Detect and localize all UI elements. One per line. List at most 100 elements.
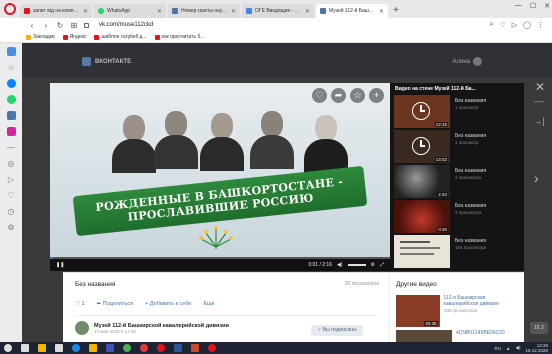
opera-icon[interactable] — [208, 344, 216, 352]
snapshot-icon[interactable]: ▷ — [512, 21, 517, 29]
maximize-icon[interactable]: ☐ — [530, 2, 536, 10]
heart-icon[interactable]: ♡ — [7, 191, 16, 200]
opera-icon[interactable] — [157, 344, 165, 352]
url-field[interactable]: vk.com/muse112ckd — [99, 22, 153, 28]
vk-icon[interactable] — [6, 111, 16, 120]
history-icon[interactable]: ◎ — [7, 159, 16, 168]
vk-logo[interactable]: ВКОНТАКТЕ — [82, 57, 131, 66]
chrome-icon[interactable] — [123, 344, 131, 352]
playlist-panel: Видео на стене Музей 112-й Ба... 12:15 Б… — [390, 83, 524, 271]
tab-close-icon[interactable]: ✕ — [379, 8, 384, 15]
playlist-item[interactable]: Без названия 104 просмотра — [394, 235, 520, 269]
video-player[interactable]: РОЖДЕННЫЕ В БАШКОРТОСТАНЕ - ПРОСЛАВИВШИЕ… — [50, 83, 390, 271]
player-controls: ❚❚ 0:01 / 2:16 ◀) ⚙ ⤢ — [50, 257, 390, 271]
volume-icon[interactable]: ◀) — [337, 262, 343, 268]
minimize-player-icon[interactable]: — — [535, 96, 544, 106]
address-bar-tools: ⌕ ♡ ▷ ◯ ⋮ — [490, 21, 544, 29]
star-icon[interactable]: ☆ — [350, 88, 365, 103]
bookmark-icon[interactable]: ♡ — [499, 21, 505, 29]
tab-favicon-icon — [246, 8, 252, 14]
video-thumbnail: 40:38 — [396, 295, 440, 327]
volume-icon[interactable]: ◀) — [516, 345, 521, 351]
add-to-mine-button[interactable]: + Добавить к себе — [145, 301, 191, 307]
folder-icon[interactable] — [89, 344, 97, 352]
bookmark-label: Яндекс — [69, 34, 87, 40]
mail-icon[interactable] — [106, 344, 114, 352]
video-duration: 12:15 — [434, 122, 448, 127]
close-window-icon[interactable]: ✕ — [544, 2, 550, 10]
bookmark-item[interactable]: Яндекс — [62, 34, 87, 40]
edge-icon[interactable] — [72, 344, 80, 352]
browser-tab[interactable]: ОГЕ Вводящие - Поиск Г ✕ — [242, 4, 314, 18]
playlist-item[interactable]: 12:15 Без названия 1 просмотр — [394, 95, 520, 129]
volume-slider[interactable] — [347, 264, 366, 266]
whatsapp-icon[interactable] — [6, 95, 16, 104]
extension-icon[interactable]: ⋮ — [537, 21, 544, 29]
clock-icon[interactable]: ◷ — [7, 207, 16, 216]
heart-icon[interactable]: ♡ — [312, 88, 327, 103]
powerpoint-icon[interactable] — [191, 344, 199, 352]
network-icon[interactable]: ▲ — [506, 346, 510, 351]
bookmark-item[interactable]: как просчитать б... — [154, 34, 205, 40]
instagram-icon[interactable] — [6, 127, 16, 136]
start-icon[interactable] — [4, 344, 12, 352]
settings-icon[interactable]: ⚙ — [371, 262, 375, 268]
messenger-icon[interactable] — [6, 79, 16, 88]
other-video-item[interactable]: 40:38 112-я Башкирская кавалерийская див… — [396, 295, 520, 327]
share-button[interactable]: ➦ Поделиться — [97, 301, 134, 307]
page-indicator-badge[interactable]: 16 2 — [530, 322, 548, 334]
home-icon[interactable] — [6, 47, 16, 56]
progress-bar[interactable] — [50, 257, 390, 259]
bookmark-item[interactable]: шаблон rozybell д... — [94, 34, 147, 40]
language-indicator[interactable]: RU — [495, 346, 502, 351]
settings-icon[interactable]: ⚙ — [7, 223, 16, 232]
task-view-icon[interactable] — [21, 344, 29, 352]
next-video-icon[interactable]: › — [534, 170, 539, 186]
tab-close-icon[interactable]: ✕ — [83, 8, 88, 15]
tab-close-icon[interactable]: ✕ — [157, 8, 162, 15]
opera-logo-icon[interactable] — [4, 3, 16, 15]
browser-tab[interactable]: запит від на комплекто ✕ — [20, 4, 92, 18]
channel-info[interactable]: Музей 112-й Башкирской кавалерийской див… — [75, 321, 229, 335]
share-icon[interactable]: ➦ — [331, 88, 346, 103]
browser-tab[interactable]: WhatsApp ✕ — [94, 4, 166, 18]
store-icon[interactable] — [55, 344, 63, 352]
star-icon[interactable]: ☆ — [7, 63, 16, 72]
back-icon[interactable]: ‹ — [28, 21, 36, 30]
vk-user-menu[interactable]: Алина — [452, 57, 482, 66]
pause-icon[interactable]: ❚❚ — [56, 262, 64, 268]
browser-tab-active[interactable]: Музей 112-й Башкирской ✕ — [316, 4, 388, 18]
fullscreen-icon[interactable]: ⤢ — [380, 262, 384, 268]
player-icon[interactable]: ▷ — [7, 175, 16, 184]
watch-later-icon[interactable] — [412, 102, 430, 120]
new-tab-button[interactable]: + — [390, 5, 402, 17]
other-videos-panel: Другие видео 40:38 112-я Башкирская кава… — [389, 272, 524, 343]
subscribed-button[interactable]: ✓ Вы подписаны — [311, 325, 363, 336]
playlist-item[interactable]: 13:02 Без названия 1 просмотр — [394, 130, 520, 164]
speed-dial-icon[interactable]: ⊞ — [70, 21, 78, 30]
vpn-icon[interactable]: ◯ — [523, 21, 531, 29]
like-button[interactable]: ♡ 1 — [75, 301, 85, 307]
forward-icon[interactable]: › — [42, 21, 50, 30]
more-button[interactable]: Ещё — [203, 301, 214, 307]
bookmark-item[interactable]: Закладки — [26, 34, 55, 40]
playlist-item[interactable]: 2:34 Без названия 2 просмотра — [394, 165, 520, 199]
video-thumbnail: 13:02 — [394, 130, 450, 163]
kurai-flower-emblem — [199, 226, 233, 249]
watch-later-icon[interactable] — [412, 137, 430, 155]
search-icon[interactable]: ⌕ — [490, 21, 494, 29]
playlist-item[interactable]: 0:30 Без названия 2 просмотра — [394, 200, 520, 234]
plus-icon[interactable]: + — [369, 88, 384, 103]
minimize-icon[interactable]: — — [515, 2, 522, 10]
video-title: Без названия — [455, 168, 487, 174]
close-modal-icon[interactable]: ✕ — [535, 80, 545, 94]
tab-close-icon[interactable]: ✕ — [305, 8, 310, 15]
reload-icon[interactable]: ↻ — [56, 21, 64, 30]
word-icon[interactable] — [174, 344, 182, 352]
tab-close-icon[interactable]: ✕ — [231, 8, 236, 15]
browser-tab[interactable]: Номер газеты научных г ✕ — [168, 4, 240, 18]
clock[interactable]: 13:25 18.12.2020 — [525, 343, 548, 353]
yandex-icon[interactable] — [140, 344, 148, 352]
explorer-icon[interactable] — [38, 344, 46, 352]
collapse-playlist-icon[interactable]: →| — [533, 116, 544, 126]
